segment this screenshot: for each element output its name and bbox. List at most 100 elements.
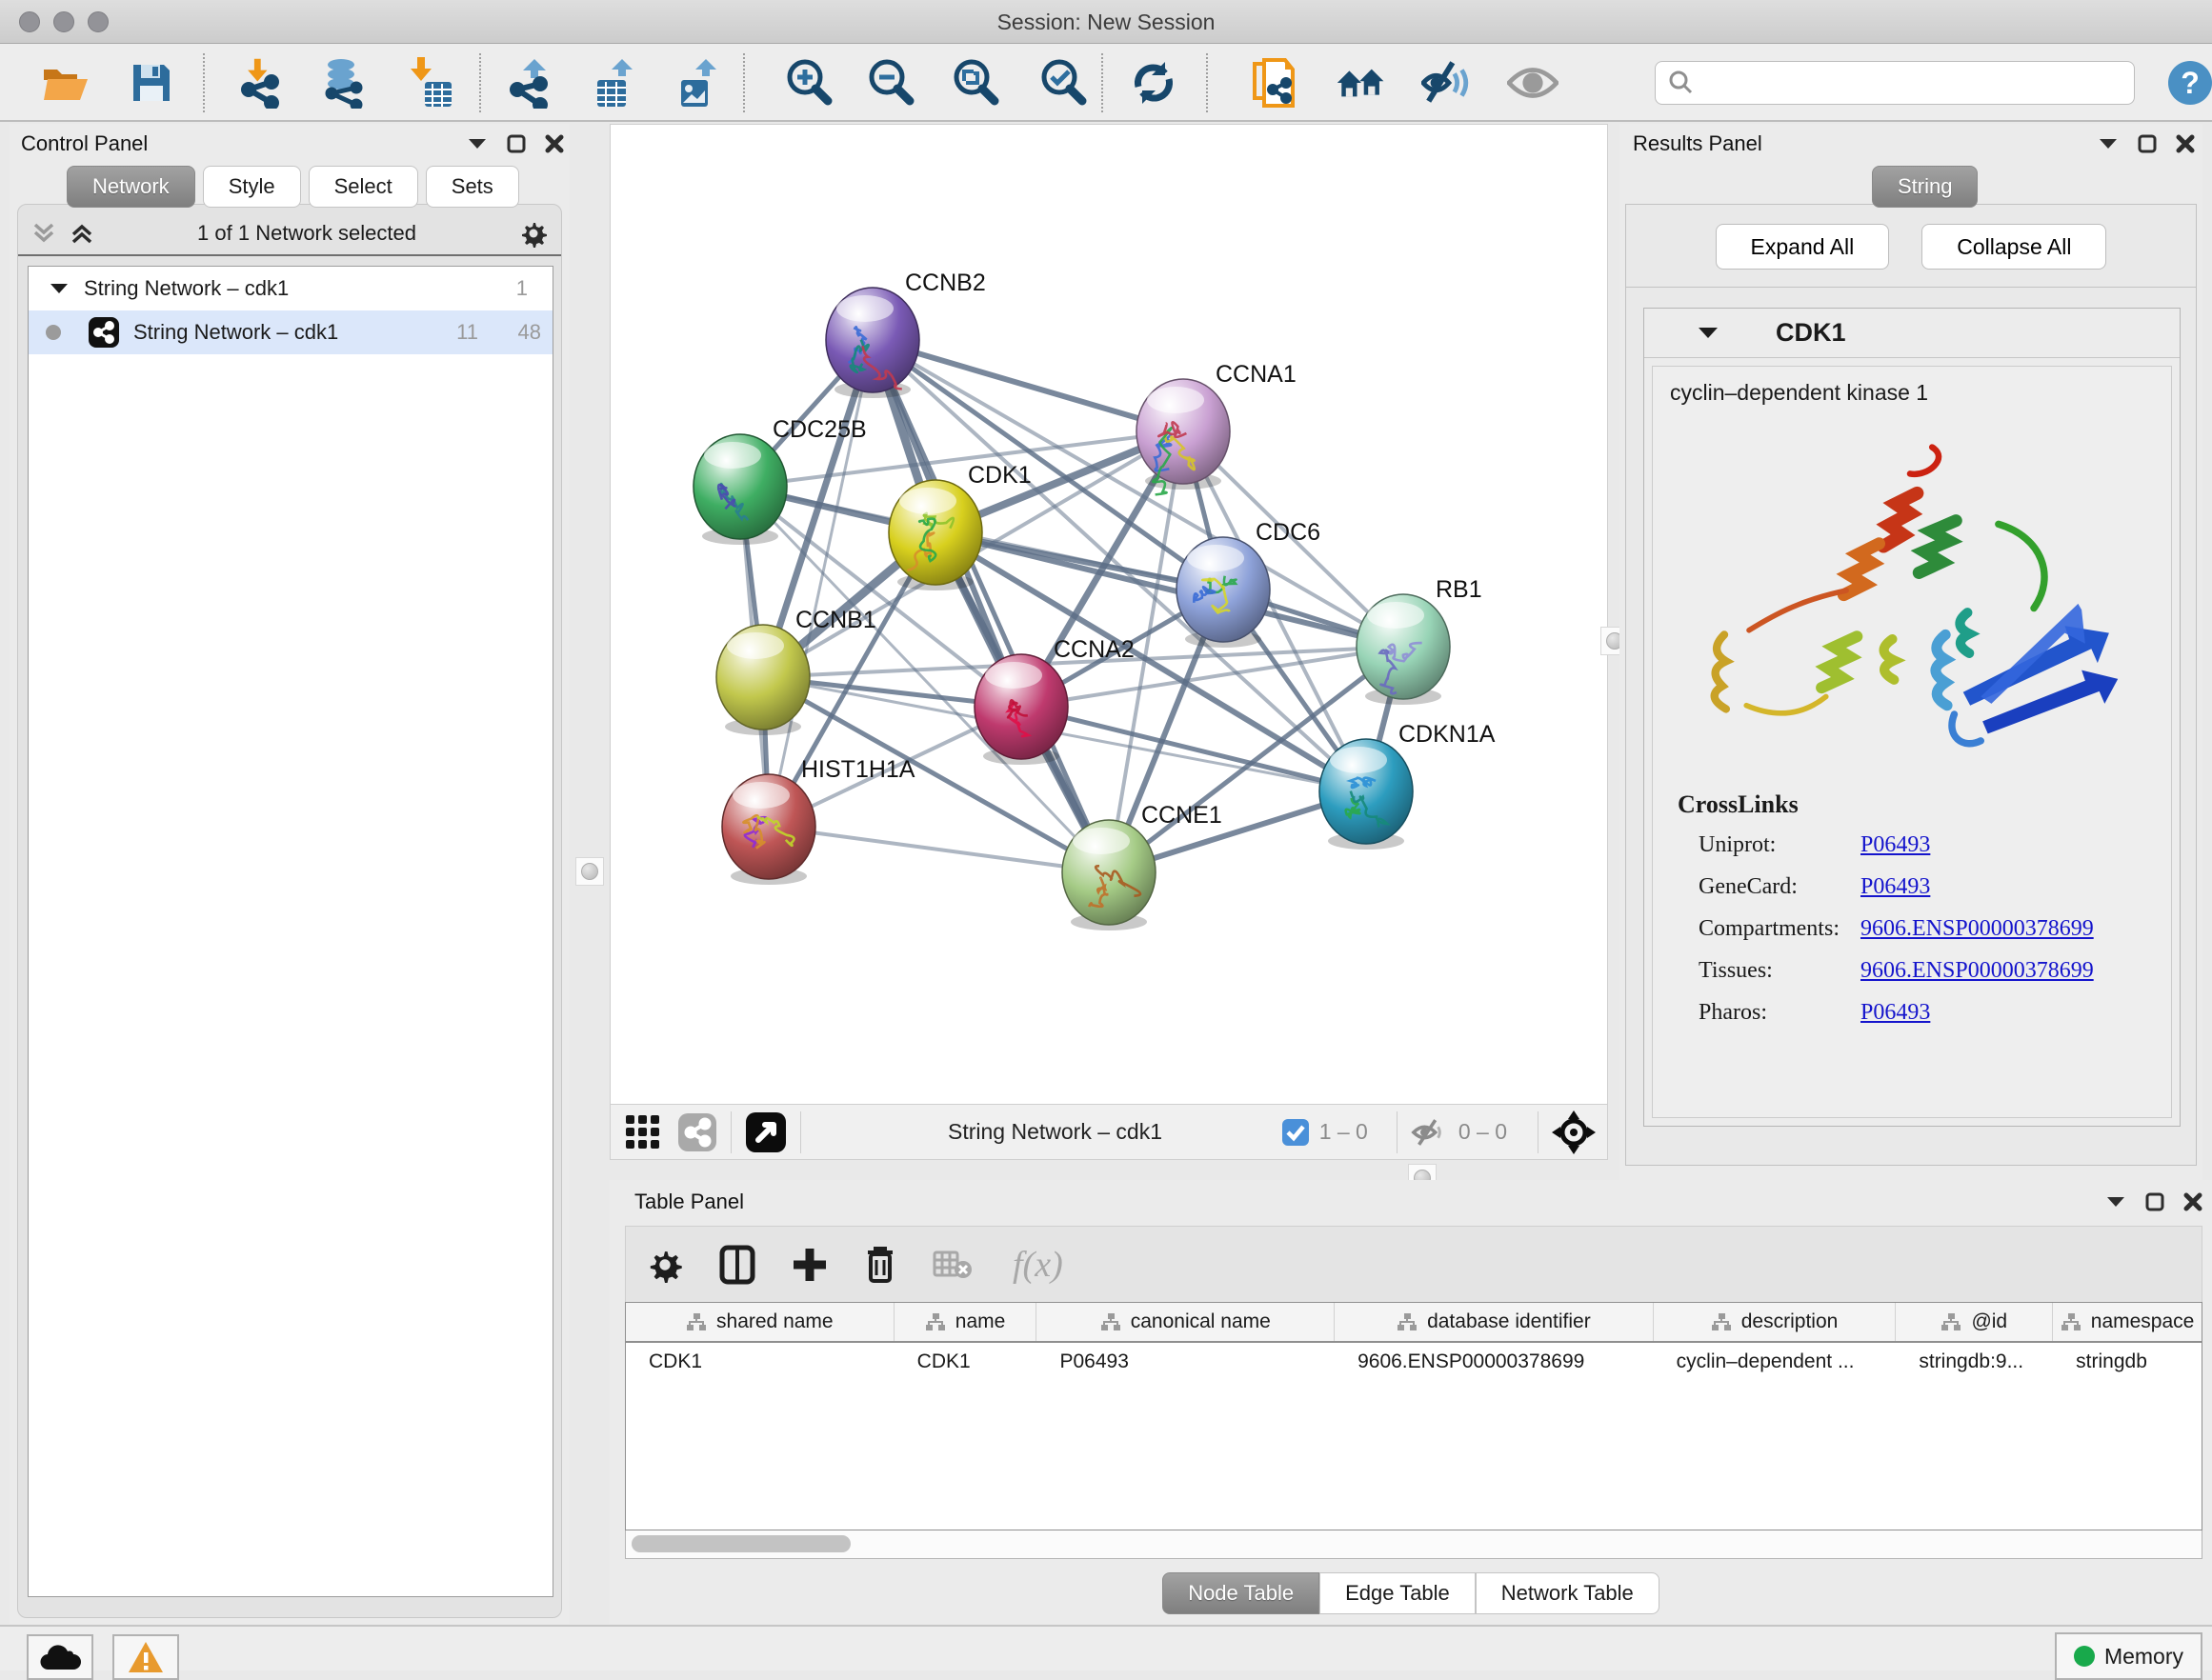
edge-CCNB2-HIST1H1A[interactable] — [769, 340, 873, 827]
expand-all-chevrons-icon[interactable] — [70, 221, 94, 246]
tab-sets[interactable]: Sets — [426, 166, 519, 208]
show-columns-icon[interactable] — [719, 1245, 755, 1285]
edge-CCNB2-CCNA1[interactable] — [873, 340, 1183, 431]
selected-checkbox-icon[interactable] — [1281, 1118, 1310, 1147]
memory-button[interactable]: Memory — [2055, 1632, 2202, 1680]
tab-edge-table[interactable]: Edge Table — [1319, 1572, 1476, 1614]
node-CDC25B[interactable]: CDC25B — [694, 416, 867, 545]
node-CCNB1[interactable]: CCNB1 — [716, 607, 876, 735]
cell-canonical-name[interactable]: P06493 — [1036, 1343, 1335, 1383]
expand-all-button[interactable]: Expand All — [1716, 224, 1890, 270]
float-panel-icon[interactable] — [2138, 134, 2157, 153]
network-collection-row[interactable]: String Network – cdk1 1 — [29, 267, 553, 310]
node-CCNB2[interactable]: CCNB2 — [826, 270, 986, 398]
fit-selected-crosshair-icon[interactable] — [1552, 1110, 1596, 1154]
open-folder-icon[interactable] — [40, 57, 91, 109]
column-header-shared-name[interactable]: shared name — [626, 1303, 895, 1341]
node-CDC6[interactable]: CDC6 — [1176, 519, 1320, 648]
compartments-link[interactable]: 9606.ENSP00000378699 — [1860, 916, 2094, 942]
search-input[interactable] — [1703, 64, 2134, 102]
cloud-status-button[interactable] — [27, 1634, 93, 1680]
cell-id[interactable]: stringdb:9... — [1896, 1343, 2053, 1383]
network-overview-houses-icon[interactable] — [1336, 57, 1387, 109]
zoom-fit-icon[interactable] — [950, 57, 1001, 109]
collapse-all-button[interactable]: Collapse All — [1921, 224, 2106, 270]
float-panel-icon[interactable] — [507, 134, 526, 153]
edge-CCNB2-CCNE1[interactable] — [873, 340, 1109, 872]
collapse-panel-icon[interactable] — [467, 137, 488, 150]
node-CDKN1A[interactable]: CDKN1A — [1319, 721, 1496, 850]
table-row[interactable]: CDK1 CDK1 P06493 9606.ENSP00000378699 cy… — [626, 1343, 2202, 1383]
left-splitter-grip[interactable] — [575, 857, 604, 886]
table-settings-gear-icon[interactable] — [647, 1247, 683, 1283]
birds-eye-view-icon[interactable] — [745, 1111, 787, 1153]
genecard-link[interactable]: P06493 — [1860, 874, 1930, 900]
export-image-icon[interactable] — [673, 57, 724, 109]
close-panel-icon[interactable] — [545, 134, 564, 153]
network-row-selected[interactable]: String Network – cdk1 11 48 — [29, 310, 553, 354]
float-panel-icon[interactable] — [2145, 1192, 2164, 1211]
copy-share-document-icon[interactable] — [1248, 57, 1299, 109]
tab-select[interactable]: Select — [309, 166, 418, 208]
hide-unhide-icon[interactable] — [1421, 57, 1473, 109]
node-count: 11 — [456, 320, 478, 345]
node-label-CDKN1A: CDKN1A — [1398, 721, 1496, 748]
column-header-name[interactable]: name — [895, 1303, 1037, 1341]
share-view-icon[interactable] — [677, 1112, 717, 1152]
cell-name[interactable]: CDK1 — [895, 1343, 1037, 1383]
tab-style[interactable]: Style — [203, 166, 301, 208]
import-table-icon[interactable] — [405, 57, 456, 109]
crosslinks-title: CrossLinks — [1678, 790, 2094, 819]
column-header-id[interactable]: @id — [1896, 1303, 2053, 1341]
collapse-panel-icon[interactable] — [2098, 137, 2119, 150]
network-canvas[interactable]: CCNB2CCNA1CDC25BCDK1CDC6RB1CCNB1CCNA2CDK… — [611, 125, 1607, 1104]
cell-namespace[interactable]: stringdb — [2053, 1343, 2202, 1383]
tab-string[interactable]: String — [1872, 166, 1978, 208]
collapse-panel-icon[interactable] — [2105, 1195, 2126, 1209]
edge-HIST1H1A-CCNE1[interactable] — [769, 827, 1109, 872]
collapse-all-chevrons-icon[interactable] — [31, 221, 56, 246]
show-hidden-eye-icon[interactable] — [1507, 57, 1558, 109]
uniprot-link[interactable]: P06493 — [1860, 832, 1930, 858]
import-database-icon[interactable] — [317, 57, 369, 109]
expanded-triangle-icon[interactable] — [50, 282, 69, 295]
help-icon[interactable]: ? — [2164, 57, 2212, 109]
search-field[interactable] — [1655, 61, 2135, 105]
add-column-plus-icon[interactable] — [792, 1247, 828, 1283]
close-panel-icon[interactable] — [2183, 1192, 2202, 1211]
horizontal-scrollbar[interactable] — [625, 1530, 2202, 1559]
warning-status-button[interactable] — [112, 1634, 179, 1680]
cell-database-identifier[interactable]: 9606.ENSP00000378699 — [1335, 1343, 1654, 1383]
node-RB1[interactable]: RB1 — [1357, 576, 1482, 705]
tab-network-table[interactable]: Network Table — [1476, 1572, 1659, 1614]
tab-network[interactable]: Network — [67, 166, 195, 208]
zoom-in-icon[interactable] — [783, 57, 835, 109]
tissues-link[interactable]: 9606.ENSP00000378699 — [1860, 958, 2094, 984]
cell-shared-name[interactable]: CDK1 — [626, 1343, 895, 1383]
node-CDK1[interactable]: CDK1 — [889, 462, 1032, 590]
scrollbar-thumb[interactable] — [632, 1535, 851, 1552]
grid-view-icon[interactable] — [624, 1113, 662, 1151]
column-header-canonical-name[interactable]: canonical name — [1036, 1303, 1335, 1341]
control-panel-title: Control Panel — [21, 131, 148, 156]
export-network-icon[interactable] — [505, 57, 556, 109]
pharos-link[interactable]: P06493 — [1860, 1000, 1930, 1026]
gear-icon[interactable] — [519, 219, 548, 248]
column-header-namespace[interactable]: namespace — [2053, 1303, 2202, 1341]
column-header-description[interactable]: description — [1654, 1303, 1897, 1341]
save-session-icon[interactable] — [126, 57, 177, 109]
collapse-section-triangle-icon[interactable] — [1698, 326, 1719, 340]
delete-trash-icon[interactable] — [864, 1245, 896, 1285]
string-results-container: Expand All Collapse All CDK1 cyclin–depe… — [1625, 204, 2197, 1166]
export-table-icon[interactable] — [589, 57, 640, 109]
column-header-database-identifier[interactable]: database identifier — [1335, 1303, 1654, 1341]
import-network-icon[interactable] — [234, 57, 286, 109]
close-panel-icon[interactable] — [2176, 134, 2195, 153]
tab-node-table[interactable]: Node Table — [1162, 1572, 1319, 1614]
refresh-icon[interactable] — [1128, 57, 1179, 109]
cell-description[interactable]: cyclin–dependent ... — [1654, 1343, 1897, 1383]
node-HIST1H1A[interactable]: HIST1H1A — [722, 756, 915, 885]
node-CCNA1[interactable]: CCNA1 — [1136, 361, 1297, 494]
zoom-selected-icon[interactable] — [1037, 57, 1089, 109]
zoom-out-icon[interactable] — [865, 57, 916, 109]
